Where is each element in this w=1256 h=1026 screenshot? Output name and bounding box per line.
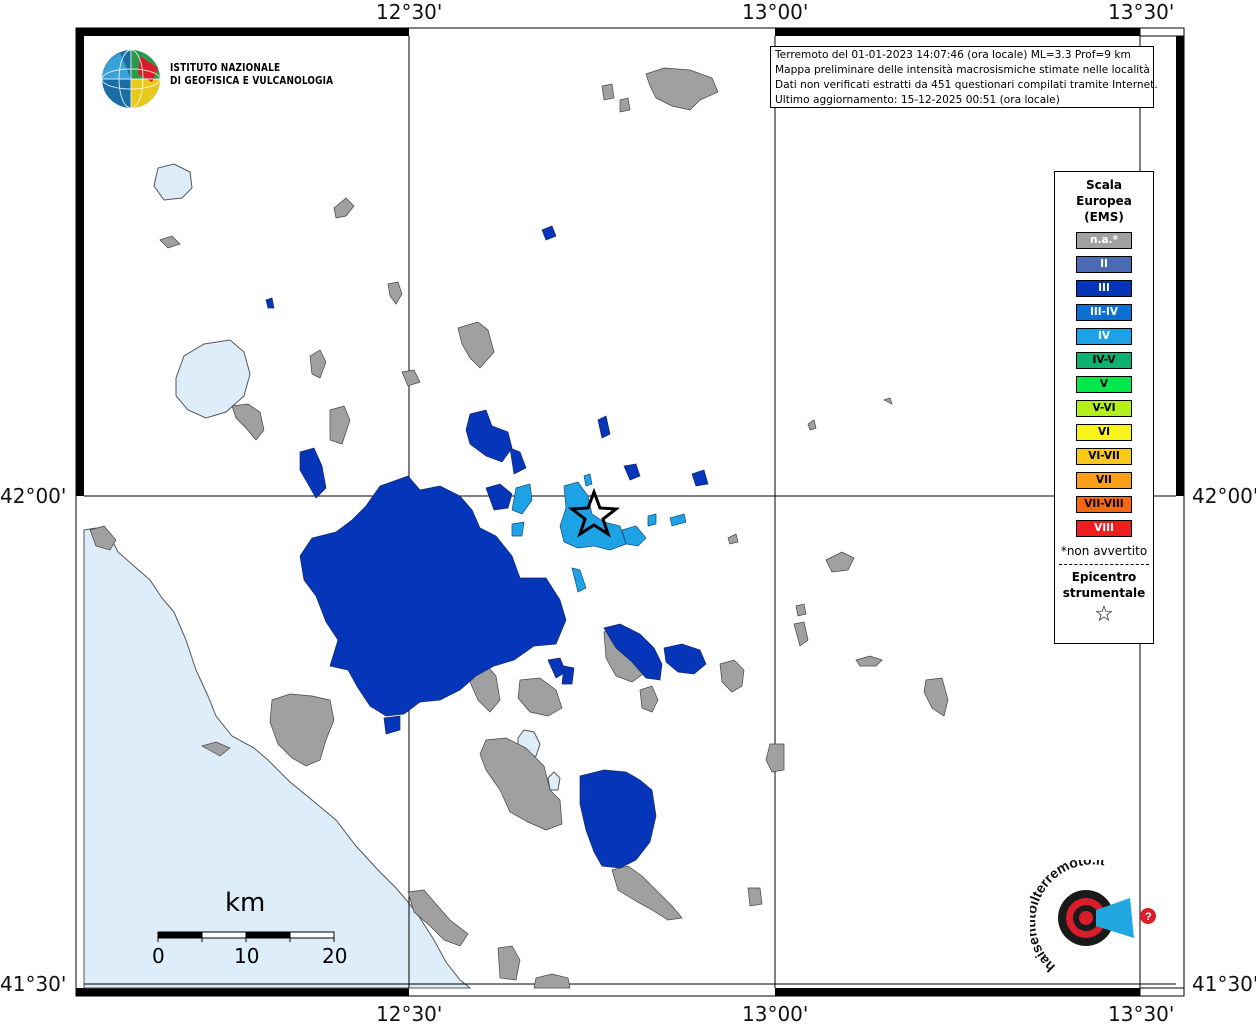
ingv-logo: ISTITUTO NAZIONALE DI GEOFISICA E VULCAN…	[100, 48, 333, 110]
legend-epicenter-label: Epicentro strumentale	[1055, 569, 1153, 601]
ingv-logo-line: ISTITUTO NAZIONALE	[170, 62, 281, 74]
haisentito-logo: ? haisentitoilterremoto.it	[1011, 848, 1170, 980]
legend-item: V-VI	[1076, 400, 1132, 417]
ems-legend: Scala Europea (EMS) n.a.* II III III-IV IV IV…	[1054, 171, 1154, 644]
legend-item: IV-V	[1076, 352, 1132, 369]
scalebar-label-10: 10	[234, 944, 260, 968]
scalebar-label-0: 0	[152, 944, 165, 968]
seismograph-logo-icon: ? haisentitoilterremoto.it	[1011, 848, 1156, 978]
legend-items: n.a.* II III III-IV IV IV-V V V-VI VI VI-VII VII VI…	[1055, 232, 1153, 537]
legend-item: n.a.*	[1076, 232, 1132, 249]
ingv-logo-line: DI GEOFISICA E VULCANOLOGIA	[170, 75, 334, 87]
legend-title: Scala Europea (EMS)	[1055, 177, 1153, 225]
ingv-logo-text: ISTITUTO NAZIONALE DI GEOFISICA E VULCAN…	[170, 62, 333, 88]
left-label-4130: 41°30'	[0, 972, 67, 996]
scalebar	[157, 931, 335, 942]
scalebar-label-20: 20	[322, 944, 348, 968]
bottom-label-1230: 12°30'	[376, 1002, 443, 1026]
bottom-label-1300: 13°00'	[742, 1002, 809, 1026]
legend-title-line: Europea	[1076, 194, 1132, 208]
event-info-line: Ultimo aggiornamento: 15-12-2025 00:51 (…	[775, 94, 1060, 106]
event-info-line: Dati non verificati estratti da 451 ques…	[775, 79, 1158, 91]
legend-title-line: Scala	[1085, 178, 1123, 192]
star-outline-icon: ☆	[1094, 602, 1114, 627]
legend-item: IV	[1076, 328, 1132, 345]
legend-item: III-IV	[1076, 304, 1132, 321]
right-label-4130: 41°30'	[1192, 972, 1256, 996]
event-info-line: Terremoto del 01-01-2023 14:07:46 (ora l…	[775, 49, 1131, 61]
legend-item: III	[1076, 280, 1132, 297]
legend-item: V	[1076, 376, 1132, 393]
legend-epicenter-line: Epicentro	[1071, 570, 1137, 584]
legend-item: VIII	[1076, 520, 1132, 537]
legend-note: *non avvertito	[1060, 544, 1148, 558]
scalebar-title: km	[225, 888, 266, 918]
svg-text:?: ?	[1145, 911, 1152, 923]
legend-item: VI	[1076, 424, 1132, 441]
legend-item: VII-VIII	[1076, 496, 1132, 513]
legend-separator	[1059, 564, 1149, 565]
right-label-4200: 42°00'	[1192, 484, 1256, 508]
legend-title-line: (EMS)	[1084, 210, 1124, 224]
bottom-label-1330: 13°30'	[1108, 1002, 1175, 1026]
top-label-1300: 13°00'	[742, 0, 809, 24]
top-label-1230: 12°30'	[376, 0, 443, 24]
top-label-1330: 13°30'	[1108, 0, 1175, 24]
legend-item: II	[1076, 256, 1132, 273]
event-info-line: Mappa preliminare delle intensità macros…	[775, 64, 1150, 76]
event-info-box: Terremoto del 01-01-2023 14:07:46 (ora l…	[770, 46, 1158, 108]
legend-epicenter-line: strumentale	[1062, 586, 1146, 600]
legend-item: VII	[1076, 472, 1132, 489]
left-label-4200: 42°00'	[0, 484, 67, 508]
globe-icon	[101, 49, 161, 109]
legend-item: VI-VII	[1076, 448, 1132, 465]
